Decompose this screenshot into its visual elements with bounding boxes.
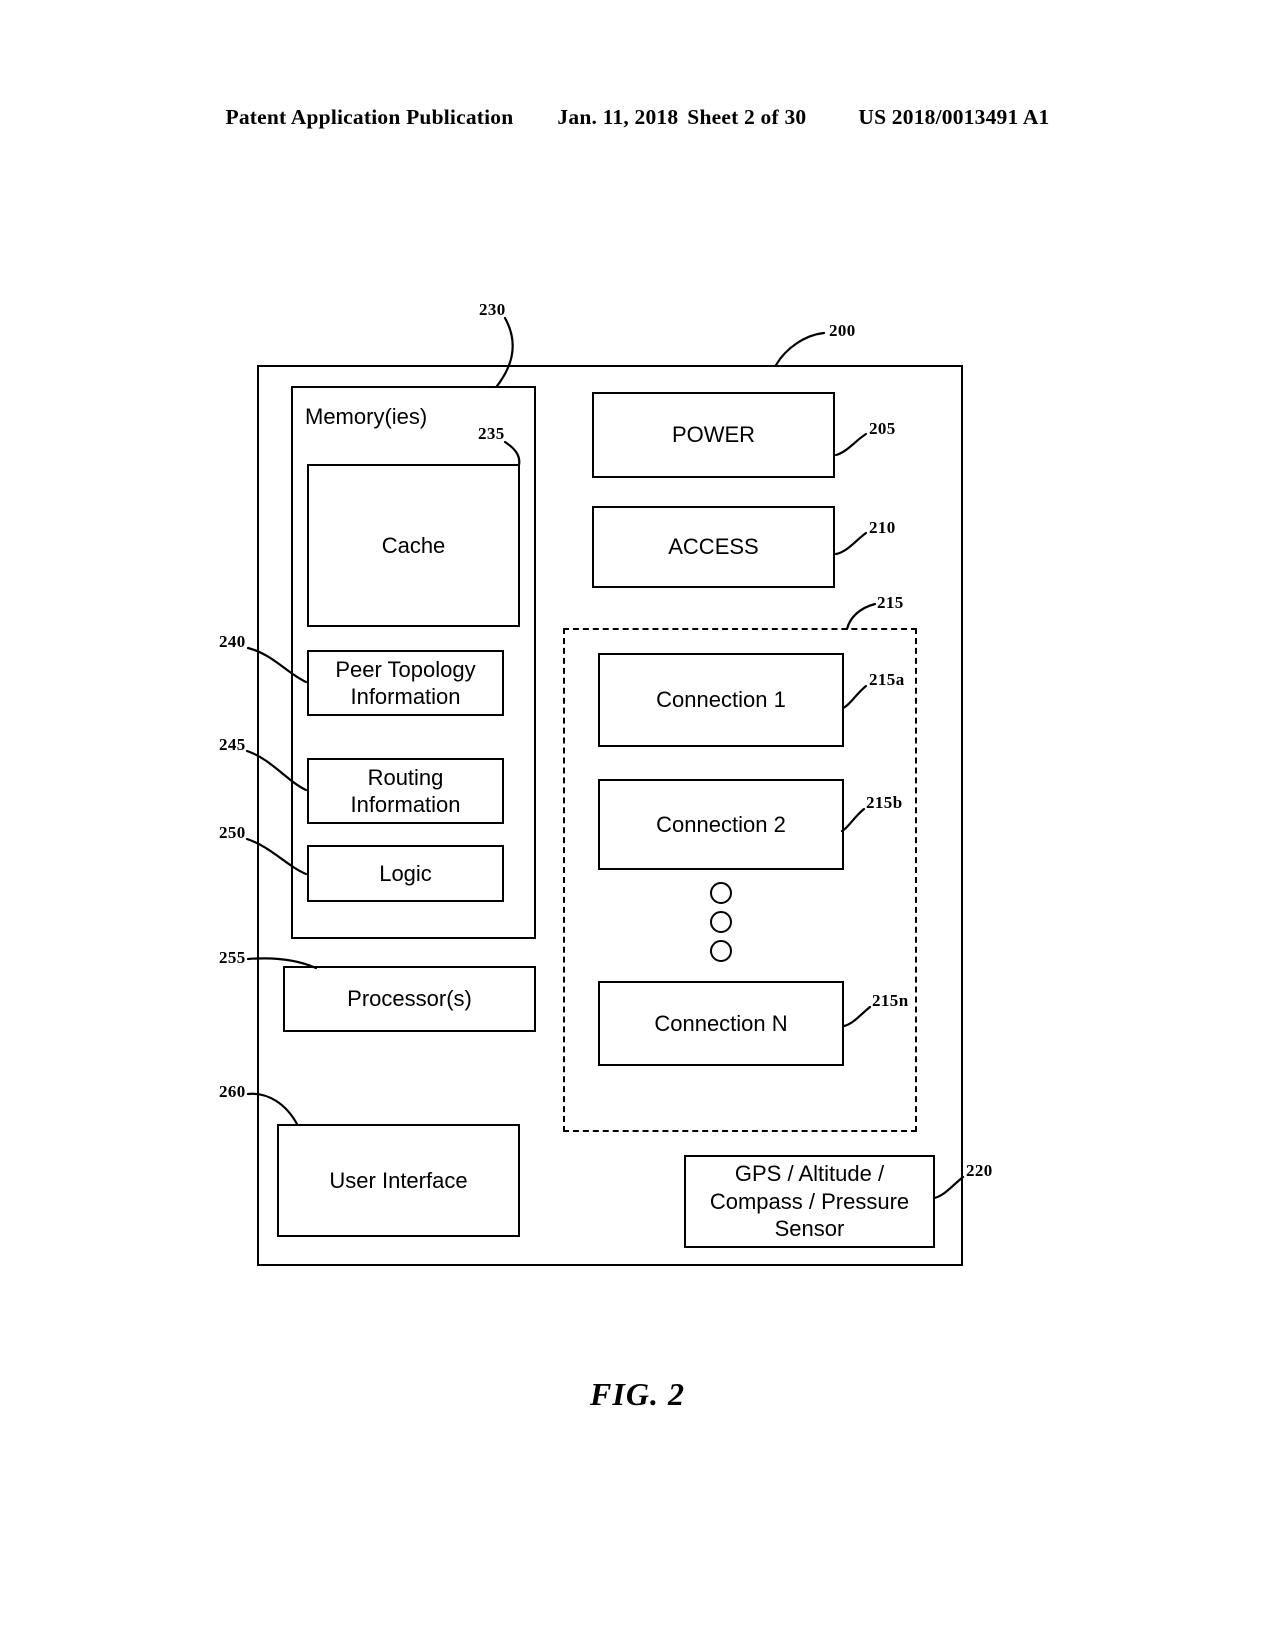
ref-200: 200 <box>829 321 856 340</box>
connection-2-block <box>598 779 844 870</box>
ellipsis-dot-1 <box>710 882 732 904</box>
ref-250: 250 <box>219 823 246 842</box>
routing-information-block <box>307 758 504 824</box>
connection-1-block <box>598 653 844 747</box>
ref-235: 235 <box>478 424 505 443</box>
ref-260: 260 <box>219 1082 246 1101</box>
connection-n-block <box>598 981 844 1066</box>
ellipsis-dot-3 <box>710 940 732 962</box>
peer-topology-information-block <box>307 650 504 716</box>
ellipsis-dot-2 <box>710 911 732 933</box>
leader-200 <box>774 331 826 367</box>
power-block <box>592 392 835 478</box>
ref-255: 255 <box>219 948 246 967</box>
ref-215a: 215a <box>869 670 905 689</box>
ref-240: 240 <box>219 632 246 651</box>
cache-block <box>307 464 520 627</box>
logic-block <box>307 845 504 902</box>
ref-205: 205 <box>869 419 896 438</box>
sensor-block <box>684 1155 935 1248</box>
ref-215n: 215n <box>872 991 909 1010</box>
ref-215b: 215b <box>866 793 903 812</box>
access-block <box>592 506 835 588</box>
ref-230: 230 <box>479 300 506 319</box>
user-interface-block <box>277 1124 520 1237</box>
ref-210: 210 <box>869 518 896 537</box>
ref-220: 220 <box>966 1161 993 1180</box>
processor-block <box>283 966 536 1032</box>
ref-215: 215 <box>877 593 904 612</box>
ref-245: 245 <box>219 735 246 754</box>
figure-caption: FIG. 2 <box>590 1376 685 1412</box>
